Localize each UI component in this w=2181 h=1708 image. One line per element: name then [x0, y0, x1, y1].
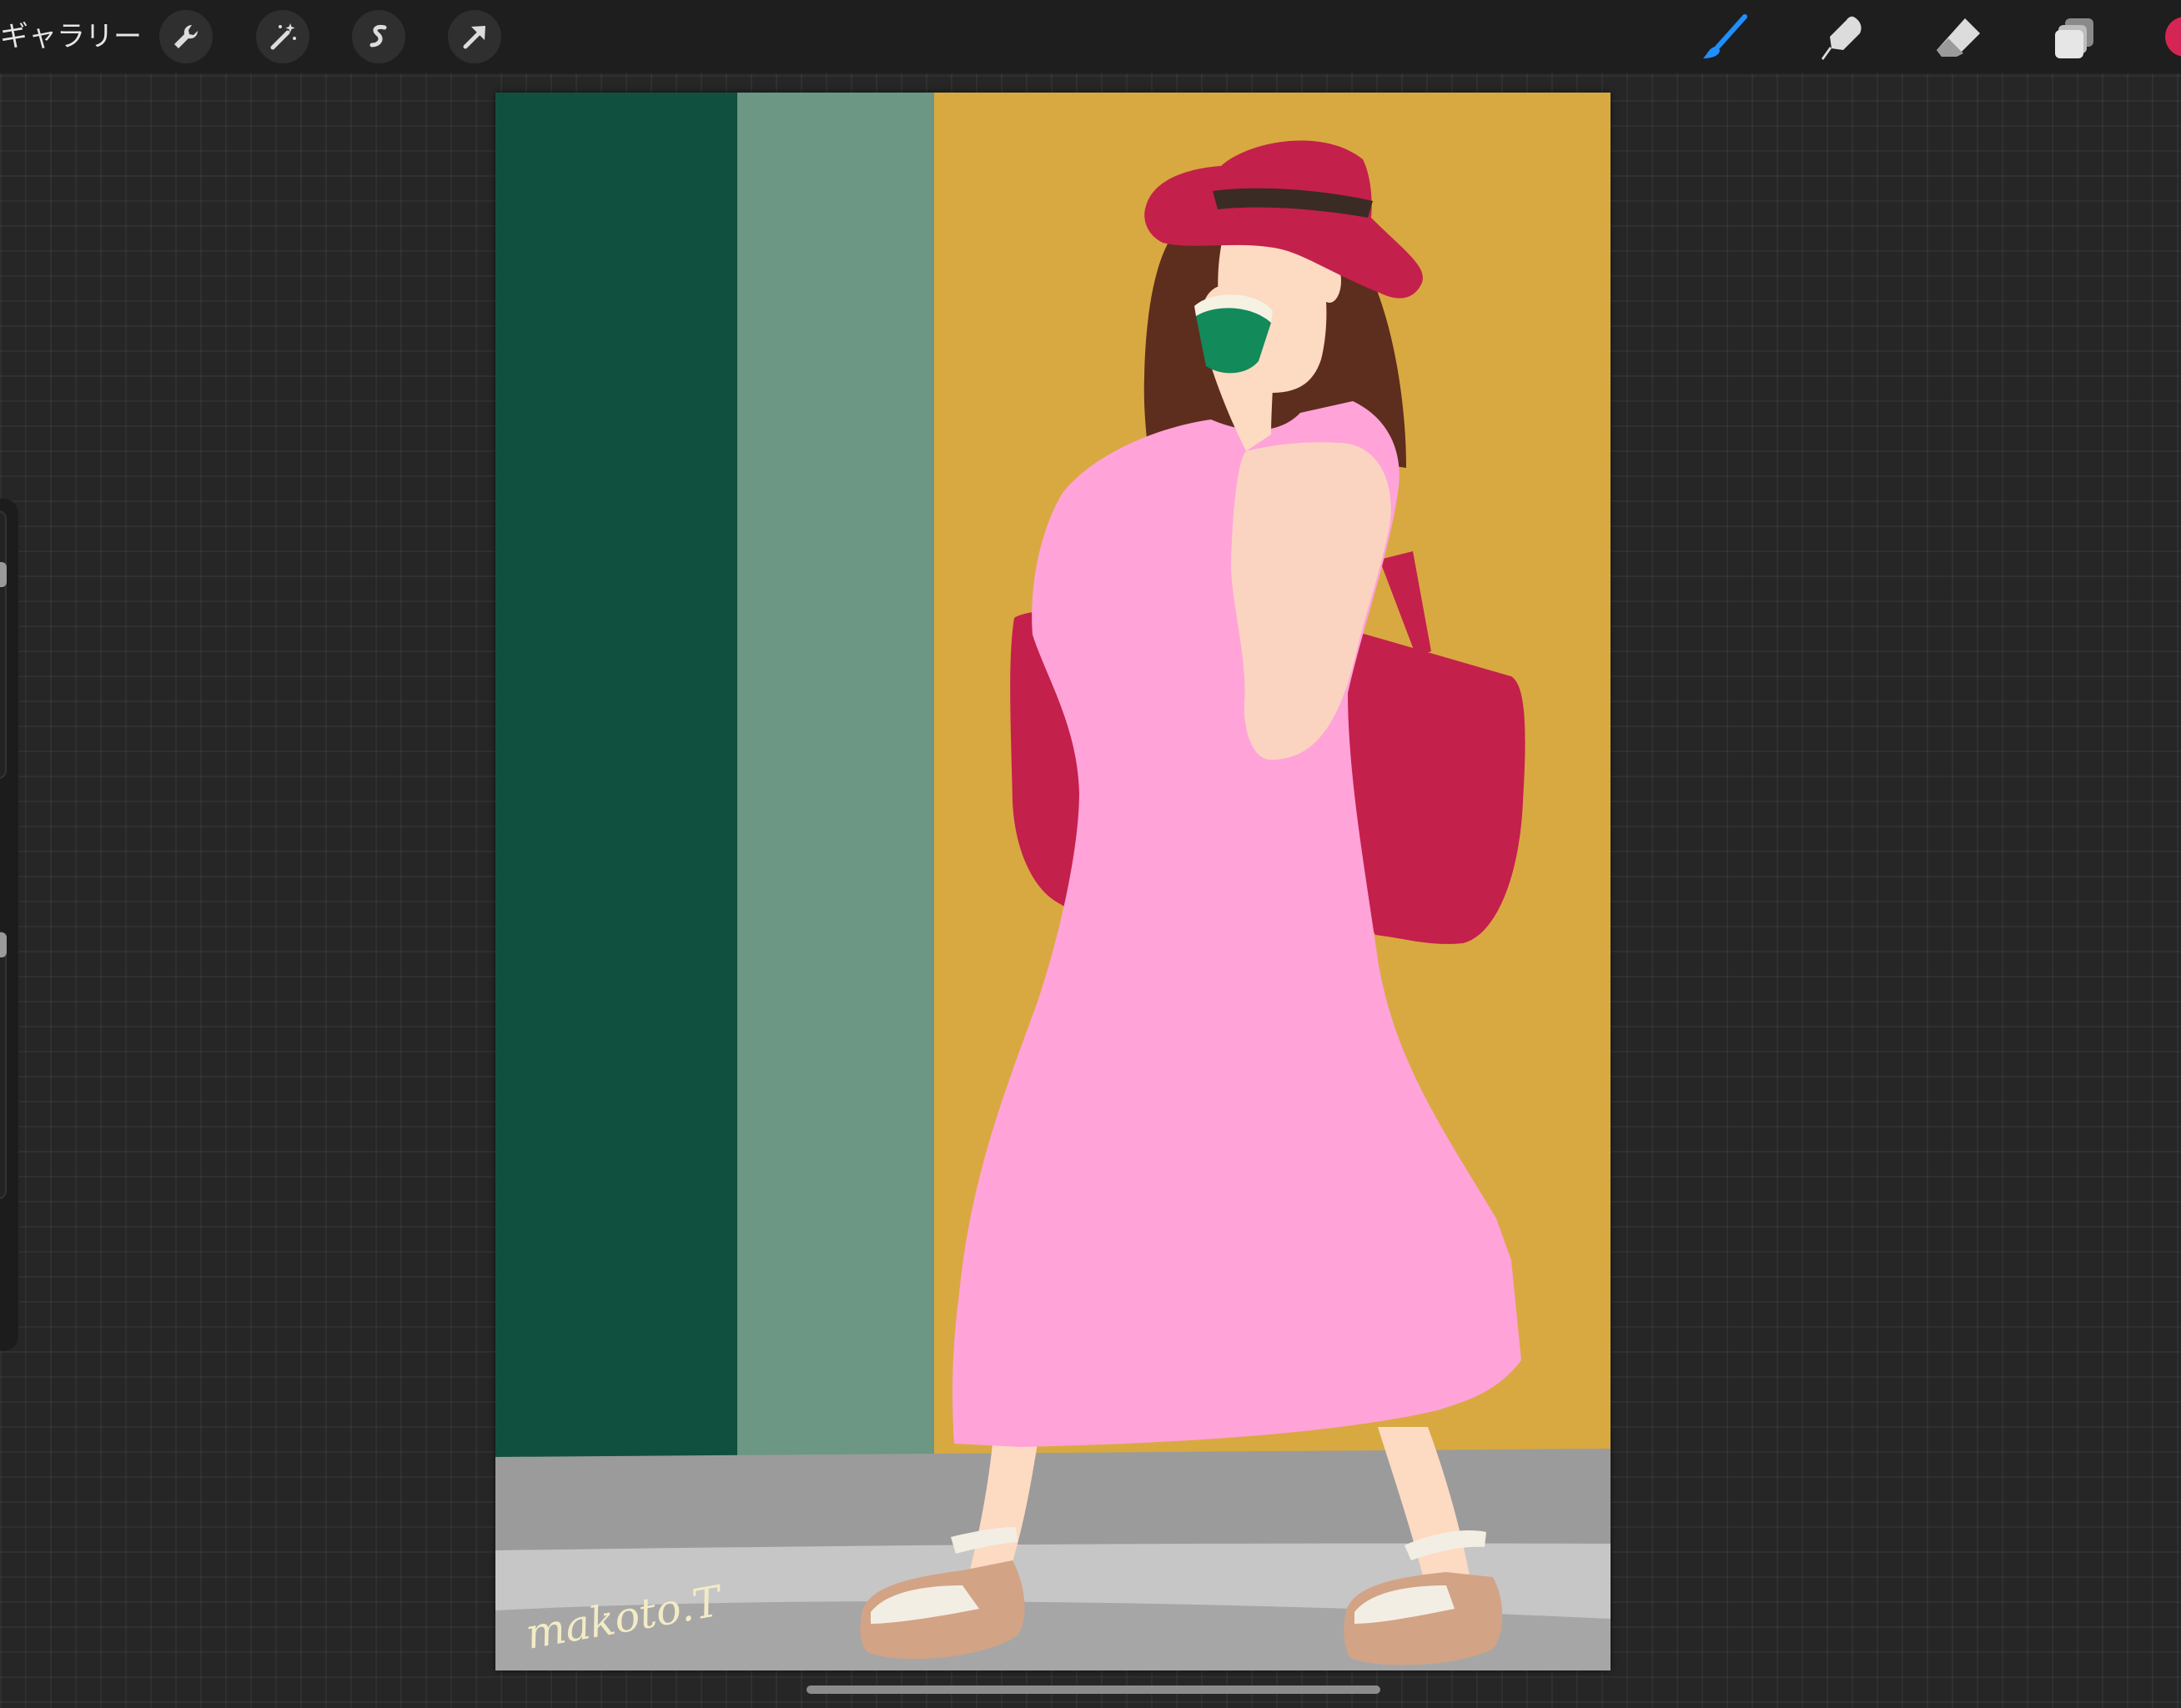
- sage-wall: [737, 93, 934, 1455]
- selection-icon[interactable]: [352, 10, 405, 63]
- transform-arrow-icon[interactable]: [448, 10, 501, 63]
- artwork: makoto.T: [495, 93, 1611, 1670]
- top-toolbar: ギャラリー: [0, 0, 2181, 73]
- brush-icon[interactable]: [1698, 12, 1751, 65]
- opacity-slider[interactable]: [0, 931, 7, 1199]
- left-sidebar: [0, 499, 18, 1351]
- color-swatch[interactable]: [2165, 17, 2181, 57]
- magic-wand-icon[interactable]: [256, 10, 309, 63]
- layers-icon[interactable]: [2048, 12, 2102, 65]
- opacity-thumb[interactable]: [0, 932, 7, 957]
- drawing-canvas[interactable]: makoto.T: [495, 93, 1611, 1670]
- brush-size-thumb[interactable]: [0, 562, 7, 587]
- brush-size-slider[interactable]: [0, 510, 7, 779]
- eraser-icon[interactable]: [1932, 12, 1985, 65]
- smudge-icon[interactable]: [1815, 12, 1868, 65]
- gallery-button[interactable]: ギャラリー: [0, 15, 142, 58]
- wrench-icon[interactable]: [159, 10, 213, 63]
- dark-green-wall: [495, 93, 739, 1460]
- home-indicator: [807, 1685, 1380, 1694]
